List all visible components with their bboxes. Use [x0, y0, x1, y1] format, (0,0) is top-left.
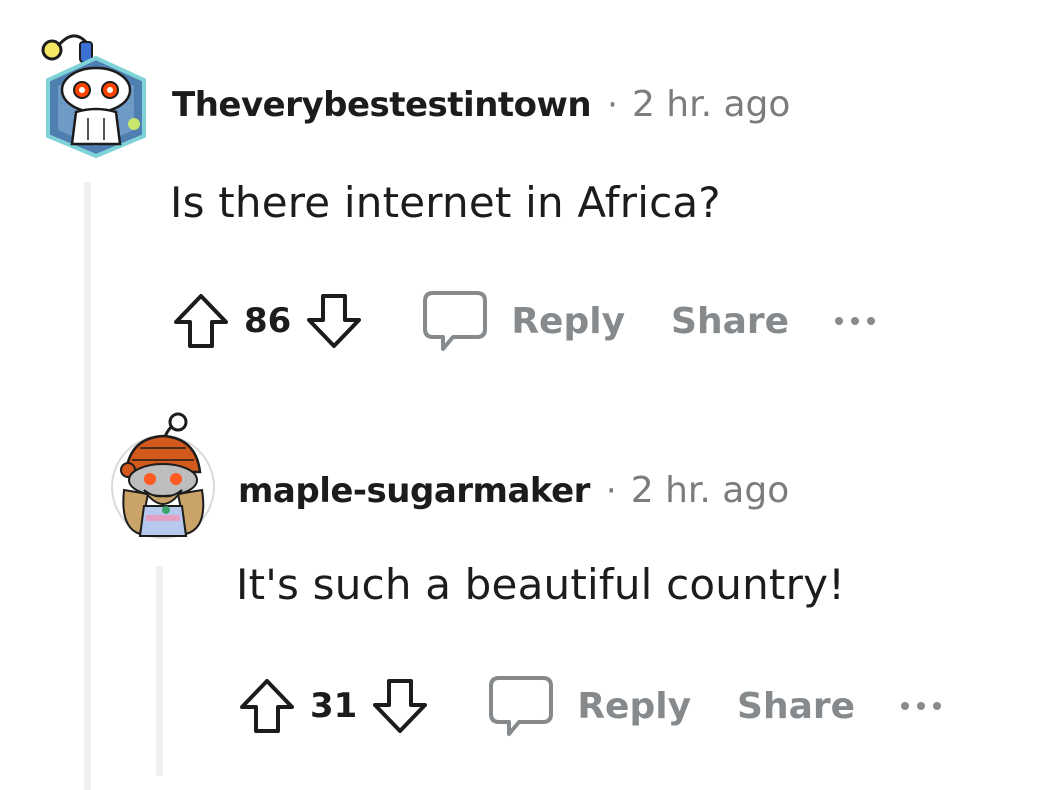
downvote-arrow-icon [373, 679, 428, 733]
snoo-avatar-icon [111, 412, 215, 539]
more-dot-icon [851, 317, 860, 325]
user-avatar[interactable] [38, 28, 158, 159]
share-button[interactable]: Share [671, 301, 789, 342]
thread-collapse-line[interactable] [156, 566, 163, 776]
comment-timestamp[interactable]: 2 hr. ago [631, 470, 789, 511]
comment-bubble-icon [423, 291, 488, 351]
more-dot-icon [933, 702, 942, 710]
comment-text: It's such a beautiful country! [236, 560, 846, 609]
thread-collapse-line[interactable] [84, 182, 91, 790]
downvote-arrow-icon [307, 294, 362, 348]
meta-separator: · [605, 471, 617, 511]
more-dot-icon [901, 702, 910, 710]
comment-header: Theverybestestintown · 2 hr. ago [172, 84, 790, 125]
reply-label: Reply [577, 685, 692, 727]
upvote-arrow-icon [240, 679, 294, 733]
share-button[interactable]: Share [737, 686, 855, 727]
vote-score: 31 [310, 686, 358, 726]
more-options-button[interactable] [901, 686, 942, 726]
meta-separator: · [607, 85, 618, 125]
vote-score: 86 [244, 301, 292, 341]
upvote-arrow-icon [174, 294, 228, 348]
upvote-button[interactable] [238, 677, 296, 735]
username-link[interactable]: maple-sugarmaker [238, 471, 590, 511]
comment-header: maple-sugarmaker · 2 hr. ago [238, 470, 789, 511]
comment-text: Is there internet in Africa? [170, 178, 721, 227]
more-options-button[interactable] [835, 301, 876, 341]
downvote-button[interactable] [305, 292, 363, 350]
user-avatar[interactable] [110, 410, 216, 542]
comment-action-bar: 31 Reply Share [238, 674, 942, 738]
more-dot-icon [867, 317, 876, 325]
reply-label: Reply [511, 300, 626, 342]
reply-button[interactable]: Reply [487, 674, 691, 738]
more-dot-icon [917, 702, 926, 710]
more-dot-icon [835, 317, 844, 325]
downvote-button[interactable] [371, 677, 429, 735]
comment-timestamp[interactable]: 2 hr. ago [632, 84, 790, 125]
reply-button[interactable]: Reply [421, 289, 625, 353]
comment-action-bar: 86 Reply Share [172, 289, 876, 353]
comment-bubble-icon [489, 676, 554, 736]
snoo-avatar-icon [41, 34, 146, 159]
upvote-button[interactable] [172, 292, 230, 350]
username-link[interactable]: Theverybestestintown [172, 85, 592, 125]
